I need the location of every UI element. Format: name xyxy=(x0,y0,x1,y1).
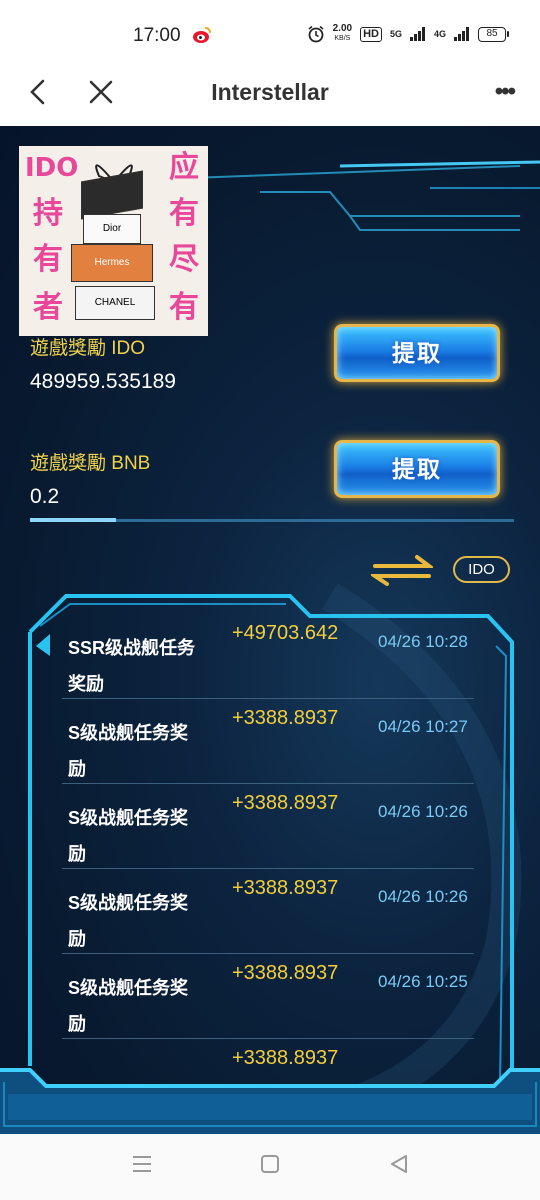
bnb-reward-label: 遊戲獎勵 BNB xyxy=(30,453,151,474)
promo-char: 应 xyxy=(169,150,199,185)
record-time: 04/26 10:27 xyxy=(378,717,468,736)
record-time: 04/26 10:26 xyxy=(378,802,468,821)
gift-box-hermes: Hermes xyxy=(71,244,153,282)
record-amount: +49703.642 xyxy=(232,622,339,644)
record-time: 04/26 10:26 xyxy=(378,887,468,906)
more-menu-icon[interactable]: ••• xyxy=(495,78,516,106)
gift-box-dior: Dior xyxy=(83,214,141,244)
gift-box-chanel: CHANEL xyxy=(75,286,155,320)
back-triangle-icon[interactable] xyxy=(388,1154,410,1174)
promo-char: 尽 xyxy=(169,242,199,277)
promo-char: 者 xyxy=(33,290,63,325)
record-amount: +3388.8937 xyxy=(232,1047,339,1066)
record-title: S级战舰任务奖励 xyxy=(68,978,189,1034)
record-row: S级战舰任务奖励 +3388.8937 04/26 10:26 xyxy=(62,784,474,869)
record-time: 04/26 10:28 xyxy=(378,632,468,651)
weibo-icon xyxy=(193,27,211,43)
promo-char: 持 xyxy=(33,196,63,231)
record-row: S级战舰任务奖励 +3388.8937 04/26 10:25 xyxy=(62,954,474,1039)
promo-char: 有 xyxy=(169,196,199,231)
signal-icon xyxy=(454,27,469,41)
recent-apps-icon[interactable] xyxy=(131,1154,153,1174)
network-4g-label: 4G xyxy=(433,29,446,39)
coin-selector[interactable]: IDO xyxy=(453,556,510,583)
claim-bnb-button[interactable]: 提取 xyxy=(334,440,500,498)
record-title: S级战舰任务奖励 xyxy=(68,893,189,949)
title-bar: Interstellar ••• xyxy=(0,64,540,126)
record-title: SSR级战舰任务奖励 xyxy=(68,638,196,694)
record-time: 04/26 10:25 xyxy=(378,972,468,991)
promo-char: IDO xyxy=(25,153,79,183)
record-title: S级战舰任务奖励 xyxy=(68,808,189,864)
swap-arrows-icon[interactable] xyxy=(371,554,433,586)
page-title: Interstellar xyxy=(211,79,329,105)
reward-records-list: SSR级战舰任务奖励 +49703.642 04/26 10:28 S级战舰任务… xyxy=(62,614,482,1066)
battery-icon: 85 xyxy=(478,26,509,42)
record-amount: +3388.8937 xyxy=(232,792,339,814)
network-5g-label: 5G xyxy=(389,29,402,39)
ido-reward-value: 489959.535189 xyxy=(30,370,176,393)
record-amount: +3388.8937 xyxy=(232,877,339,899)
status-time: 17:00 xyxy=(133,25,181,46)
hd-icon: HD xyxy=(360,26,382,42)
ido-promo-image: IDO 持 有 者 应 有 尽 有 Dior Hermes CHANEL xyxy=(19,146,208,336)
record-row: +3388.8937 xyxy=(62,1039,474,1066)
promo-char: 有 xyxy=(33,242,63,277)
status-icons: 2.00 KB/S HD 5G 4G 85 xyxy=(307,23,509,44)
status-bar: 17:00 2.00 KB/S HD 5G 4G 85 xyxy=(0,0,540,64)
alarm-icon xyxy=(308,25,324,43)
record-amount: +3388.8937 xyxy=(232,962,339,984)
network-speed: 2.00 KB/S xyxy=(332,23,353,43)
record-row: S级战舰任务奖励 +3388.8937 04/26 10:27 xyxy=(62,699,474,784)
system-nav-bar xyxy=(0,1134,540,1200)
game-webview: IDO 持 有 者 应 有 尽 有 Dior Hermes CHANEL 遊戲獎… xyxy=(0,126,540,1134)
divider-highlight xyxy=(30,518,116,522)
signal-icon xyxy=(409,27,425,41)
record-amount: +3388.8937 xyxy=(232,707,339,729)
record-row: SSR级战舰任务奖励 +49703.642 04/26 10:28 xyxy=(62,614,474,699)
claim-ido-button[interactable]: 提取 xyxy=(334,324,500,382)
bnb-reward-value: 0.2 xyxy=(30,485,60,508)
home-icon[interactable] xyxy=(260,1154,280,1174)
promo-char: 有 xyxy=(169,290,199,325)
record-row: S级战舰任务奖励 +3388.8937 04/26 10:26 xyxy=(62,869,474,954)
ido-reward-label: 遊戲獎勵 IDO xyxy=(30,338,146,359)
record-title: S级战舰任务奖励 xyxy=(68,723,189,779)
